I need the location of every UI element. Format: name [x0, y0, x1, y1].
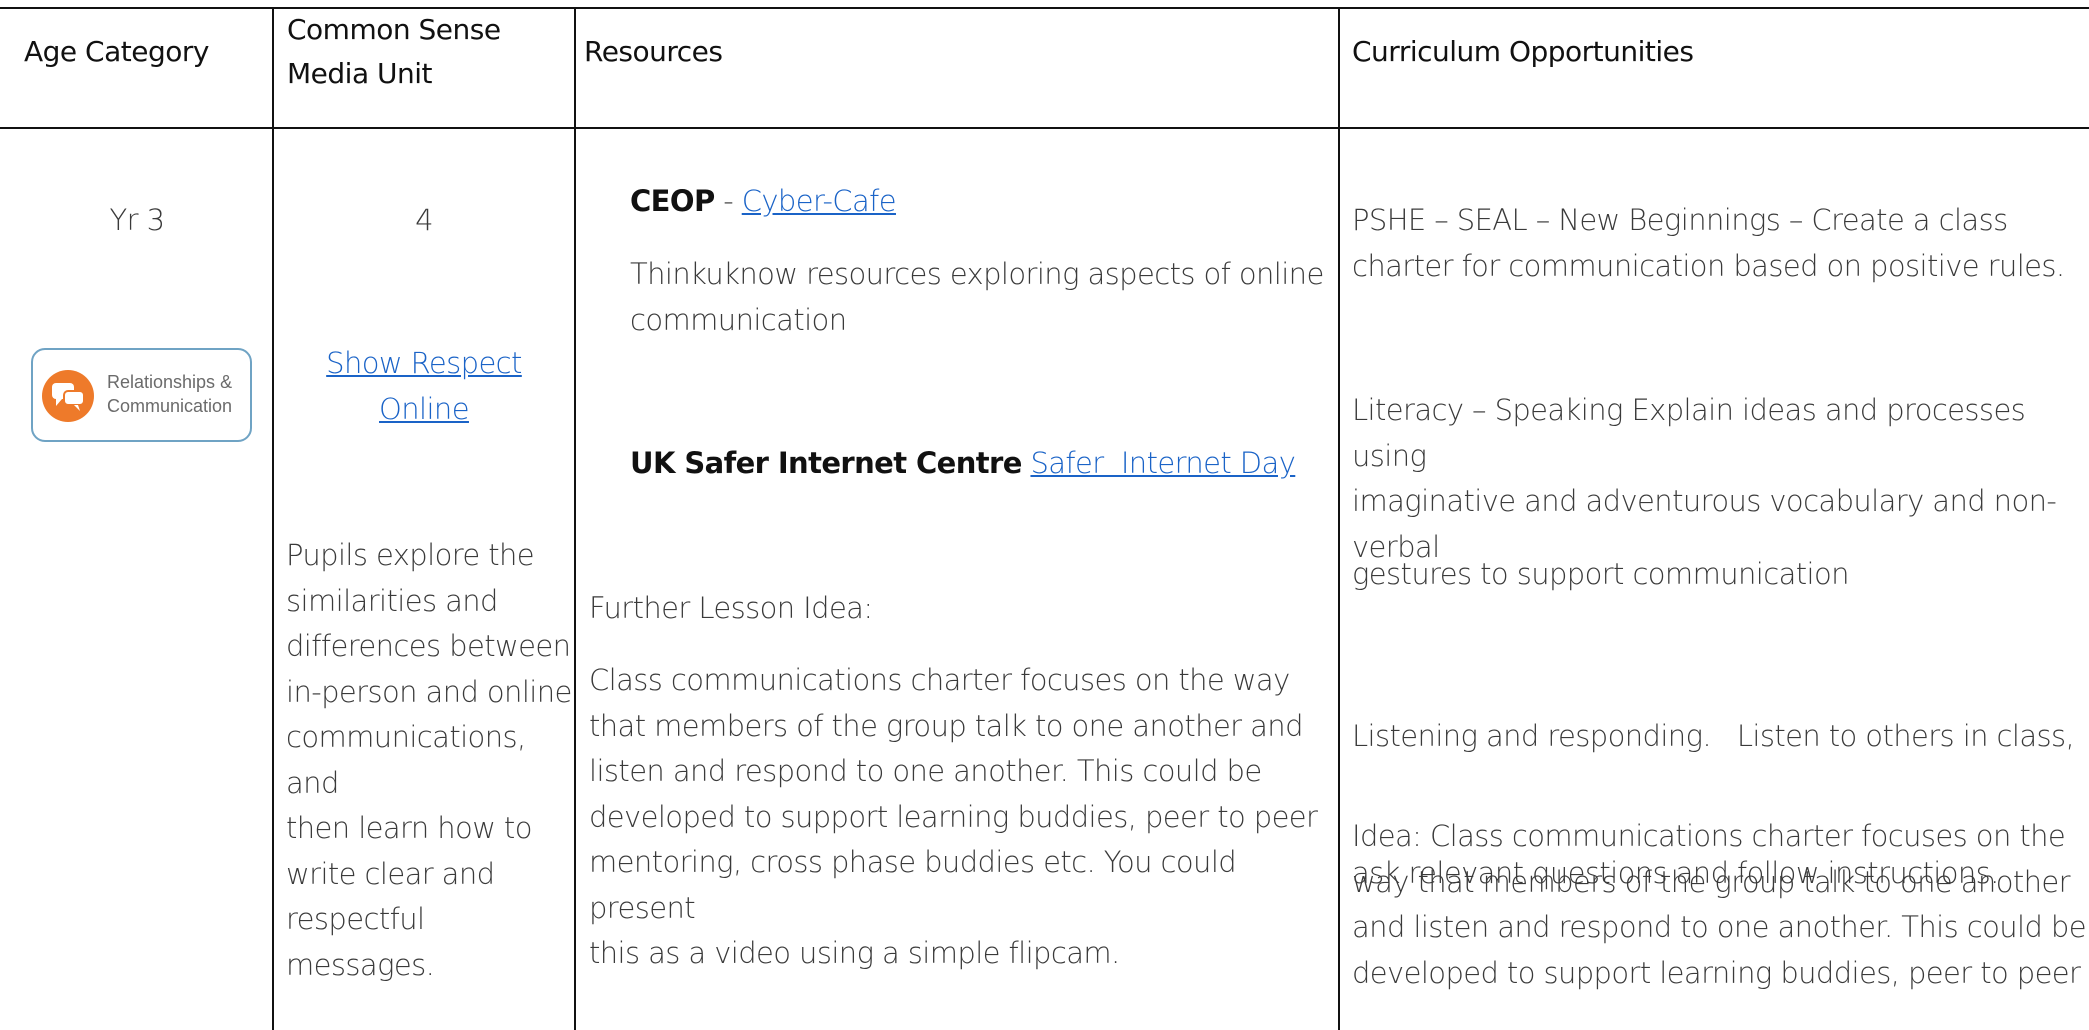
idea-line: way that members of the group talk to on…: [1352, 864, 2071, 899]
further-lesson-line: developed to support learning buddies, p…: [589, 799, 1318, 834]
literacy-opportunity: Literacy – Speaking Explain ideas and pr…: [1352, 388, 2087, 570]
listening-line: Listening and responding. Listen to othe…: [1352, 719, 2075, 753]
safer-internet-day-link[interactable]: Safer Internet Day: [1030, 446, 1295, 480]
unit-link[interactable]: Show Respect Online: [274, 341, 574, 432]
further-lesson-line: listen and respond to one another. This …: [589, 754, 1262, 788]
column-divider-2: [574, 8, 576, 1030]
badge-label: Relationships & Communication: [107, 370, 247, 418]
show-respect-online-link-line2[interactable]: Online: [274, 387, 574, 433]
unit-description: Pupils explore the similarities and diff…: [286, 533, 572, 988]
show-respect-online-link-line1[interactable]: Show Respect: [274, 341, 574, 387]
document-page: Age Category Common Sense Media Unit Res…: [0, 0, 2089, 1030]
literacy-line: imaginative and adventurous vocabulary a…: [1352, 484, 2057, 518]
unit-description-line: write clear and: [286, 856, 495, 891]
header-curriculum-opportunities: Curriculum Opportunities: [1352, 35, 1694, 68]
header-unit-line2: Media Unit: [287, 57, 433, 90]
header-row-divider: [0, 127, 2089, 129]
unit-description-line: differences between: [286, 629, 571, 663]
further-lesson-title: Further Lesson Idea:: [589, 591, 873, 625]
further-lesson-line: that members of the group talk to one an…: [589, 708, 1303, 743]
unit-number: 4: [415, 203, 433, 237]
pshe-opportunity: PSHE – SEAL – New Beginnings – Create a …: [1352, 198, 2082, 289]
unit-description-line: similarities and: [286, 583, 498, 618]
header-age-category: Age Category: [24, 35, 209, 68]
gestures-line: gestures to support communication: [1352, 557, 1850, 591]
thinkuknow-line: Thinkuknow resources exploring aspects o…: [630, 257, 1324, 291]
ceop-separator: -: [714, 184, 742, 218]
ukcis-resource: UK Safer Internet Centre Safer Internet …: [630, 441, 1330, 487]
header-common-sense-unit: Common Sense Media Unit: [287, 8, 567, 96]
further-lesson-idea: Class communications charter focuses on …: [589, 658, 1334, 977]
literacy-line: Literacy – Speaking Explain ideas and pr…: [1352, 393, 2026, 473]
further-lesson-line: this as a video using a simple flipcam.: [589, 936, 1120, 970]
speech-bubbles-icon: [42, 370, 94, 422]
age-value: Yr 3: [109, 203, 166, 237]
idea-line: and listen and respond to one another. T…: [1352, 910, 2087, 944]
thinkuknow-description: Thinkuknow resources exploring aspects o…: [630, 252, 1330, 343]
badge-label-line2: Communication: [107, 396, 233, 416]
ukcis-name: UK Safer Internet Centre: [630, 446, 1022, 480]
unit-description-line: respectful: [286, 902, 425, 936]
column-divider-1: [272, 8, 274, 1030]
header-resources: Resources: [584, 35, 723, 68]
unit-description-line: in-person and online: [286, 674, 572, 709]
pshe-line: charter for communication based on posit…: [1352, 248, 2065, 283]
further-lesson-line: mentoring, cross phase buddies etc. You …: [589, 845, 1237, 925]
unit-description-line: Pupils explore the: [286, 538, 535, 572]
idea-line: Idea: Class communications charter focus…: [1352, 819, 2066, 853]
ceop-resource: CEOP - Cyber-Cafe: [630, 179, 1330, 225]
unit-description-line: then learn how to: [286, 811, 532, 845]
further-lesson-line: Class communications charter focuses on …: [589, 663, 1290, 697]
column-divider-3: [1338, 8, 1340, 1030]
thinkuknow-line: communication: [630, 302, 847, 337]
unit-description-line: messages.: [286, 947, 435, 982]
cyber-cafe-link[interactable]: Cyber-Cafe: [742, 184, 897, 218]
idea-line: developed to support learning buddies, p…: [1352, 955, 2081, 990]
unit-description-line: communications, and: [286, 720, 526, 800]
curriculum-idea: Idea: Class communications charter focus…: [1352, 814, 2087, 996]
header-unit-line1: Common Sense: [287, 13, 501, 46]
pshe-line: PSHE – SEAL – New Beginnings – Create a …: [1352, 203, 2008, 237]
ceop-name: CEOP: [630, 184, 715, 218]
category-badge: Relationships & Communication: [31, 348, 252, 442]
badge-label-line1: Relationships &: [107, 372, 233, 392]
